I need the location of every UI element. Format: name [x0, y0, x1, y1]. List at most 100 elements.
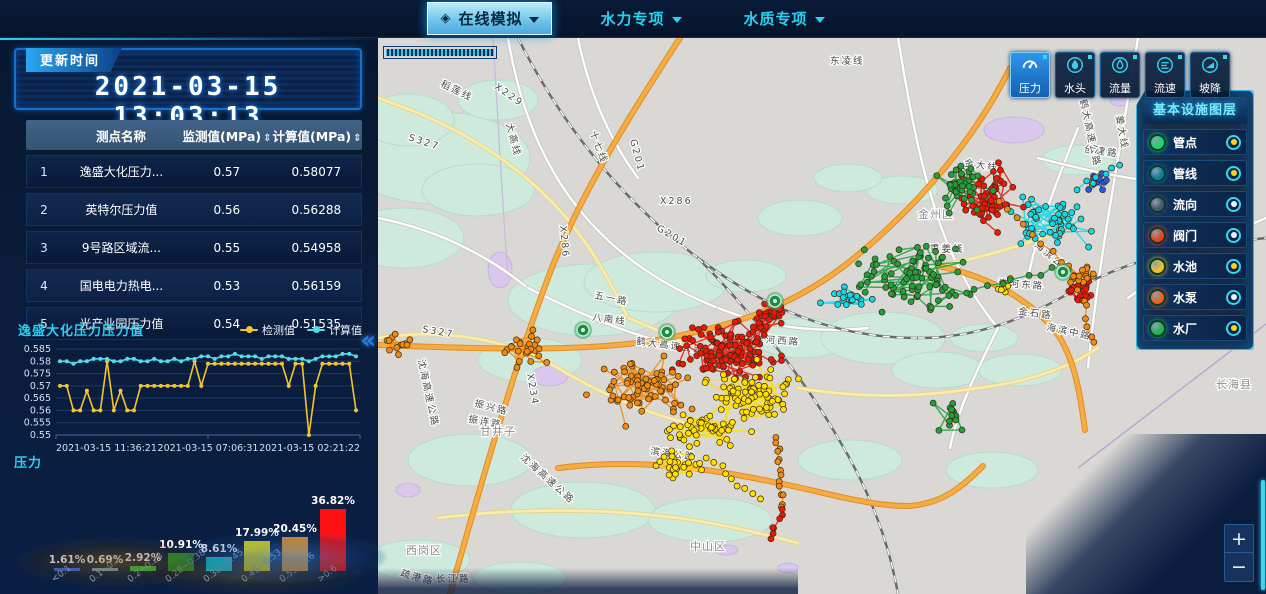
layer-row-阀门[interactable]: 阀门 — [1143, 222, 1247, 248]
layer-toggle[interactable] — [1226, 166, 1241, 181]
layer-row-管点[interactable]: 管点 — [1143, 129, 1247, 155]
table-body: 1逸盛大化压力...0.570.58077 2英特尔压力值0.560.56288 3… — [26, 155, 362, 340]
flow-velocity-icon — [1155, 55, 1175, 78]
layer-label: 阀门 — [1173, 227, 1219, 244]
bar-value-label: 20.45% — [273, 523, 317, 535]
bar-column: 1.61%<0.1 — [48, 475, 86, 571]
svg-text:长海县: 长海县 — [1216, 377, 1252, 391]
map-tool-pressure-gauge[interactable]: 压力 — [1010, 52, 1050, 98]
table-row[interactable]: 4国电电力热电...0.530.56159 — [26, 269, 362, 302]
zoom-out-button[interactable]: − — [1225, 553, 1253, 581]
map-tool-label: 流量 — [1109, 80, 1131, 96]
map-station-marker[interactable] — [574, 321, 592, 339]
layer-label: 流向 — [1173, 196, 1219, 213]
header-monitored-sort[interactable]: 监测值(MPa)⇕ — [182, 126, 272, 145]
map-tool-flow-rate[interactable]: 流量 — [1100, 52, 1140, 98]
layer-row-水泵[interactable]: 水泵 — [1143, 284, 1247, 310]
bar-column: 0.69%0.1~0.2 — [86, 475, 124, 571]
pressure-gauge-icon — [1020, 55, 1040, 78]
layer-toggle[interactable] — [1226, 321, 1241, 336]
row-calculated-value: 0.58077 — [272, 165, 361, 179]
row-monitored-value: 0.53 — [182, 279, 271, 293]
flow-rate-icon — [1110, 55, 1130, 78]
layer-icon — [1149, 320, 1166, 337]
top-nav: ◈在线模拟 水力专项 水质专项 — [0, 0, 1266, 38]
nav-tabs: ◈在线模拟 水力专项 水质专项 — [427, 2, 838, 35]
nav-tab-3[interactable]: 水质专项 — [730, 2, 839, 35]
table-row[interactable]: 2英特尔压力值0.560.56288 — [26, 193, 362, 226]
map-scrollbar[interactable] — [1261, 480, 1265, 590]
layer-icon — [1149, 134, 1166, 151]
slope-icon — [1200, 55, 1220, 78]
row-monitored-value: 0.57 — [182, 165, 271, 179]
legend-marker — [240, 329, 258, 331]
zoom-in-button[interactable]: + — [1225, 525, 1253, 553]
row-index: 3 — [27, 241, 61, 255]
layer-icon — [1149, 196, 1166, 213]
layers-panel-title: 基本设施图层 — [1143, 97, 1247, 124]
map-station-marker[interactable] — [658, 323, 676, 341]
layer-icon — [1149, 289, 1166, 306]
svg-text:长江路: 长江路 — [436, 573, 471, 585]
layer-toggle[interactable] — [1226, 135, 1241, 150]
chevron-down-icon — [672, 17, 682, 23]
map-tool-label: 压力 — [1019, 80, 1041, 96]
sort-icon: ⇕ — [263, 133, 271, 144]
legend-item[interactable]: 检测值 — [240, 322, 295, 338]
svg-text:0.565: 0.565 — [24, 393, 51, 404]
layer-toggle[interactable] — [1226, 197, 1241, 212]
row-calculated-value: 0.56159 — [272, 279, 361, 293]
table-row[interactable]: 1逸盛大化压力...0.570.58077 — [26, 155, 362, 188]
header-calculated-sort[interactable]: 计算值(MPa)⇕ — [272, 126, 362, 145]
map-station-marker[interactable] — [1054, 263, 1072, 281]
map-tool-slope[interactable]: 坡降 — [1190, 52, 1230, 98]
bar-column: 17.99%0.45~0.53 — [238, 475, 276, 571]
map-area[interactable]: S327稻莲线X229大高线十七线G201X286X286G201东凌线姜大线创… — [378, 38, 1266, 594]
row-calculated-value: 0.56288 — [272, 203, 361, 217]
legend-label: 检测值 — [262, 322, 295, 338]
svg-text:0.58: 0.58 — [30, 356, 51, 367]
monitor-table: 测点名称 监测值(MPa)⇕ 计算值(MPa)⇕ 1逸盛大化压力...0.570… — [26, 120, 362, 340]
svg-text:X286: X286 — [660, 196, 693, 207]
map-canvas[interactable]: S327稻莲线X229大高线十七线G201X286X286G201东凌线姜大线创… — [378, 38, 1266, 594]
nav-tab-2[interactable]: 水力专项 — [586, 2, 695, 35]
sort-icon: ⇕ — [353, 133, 361, 144]
map-tool-flow-velocity[interactable]: 流速 — [1145, 52, 1185, 98]
row-point-name: 9号路区域流... — [61, 239, 182, 256]
layer-row-管线[interactable]: 管线 — [1143, 160, 1247, 186]
pressure-line-panel: 逸盛大化压力压力值 检测值计算值 0.5850.580.5750.570.565… — [10, 320, 366, 463]
svg-text:甘井子: 甘井子 — [480, 424, 516, 438]
map-station-marker[interactable] — [766, 292, 784, 310]
layer-row-水池[interactable]: 水池 — [1143, 253, 1247, 279]
row-index: 2 — [27, 203, 61, 217]
layer-toggle[interactable] — [1226, 259, 1241, 274]
layer-row-流向[interactable]: 流向 — [1143, 191, 1247, 217]
layer-row-水厂[interactable]: 水厂 — [1143, 315, 1247, 341]
svg-text:中山区: 中山区 — [690, 540, 726, 553]
bar-chart-title: 压力 — [14, 456, 42, 471]
layers-panel: 基本设施图层 管点管线流向阀门水池水泵水厂 — [1136, 90, 1254, 350]
svg-text:0.575: 0.575 — [24, 369, 51, 380]
bar-chart: 1.61%<0.10.69%0.1~0.22.92%0.2~0.2810.91%… — [48, 475, 366, 571]
header-point-name: 测点名称 — [60, 126, 182, 145]
sidebar-collapse-button[interactable]: « — [360, 328, 376, 352]
bar-column: 8.61%0.38~0.45 — [200, 475, 238, 571]
chevron-down-icon — [529, 17, 539, 23]
row-point-name: 英特尔压力值 — [61, 201, 182, 218]
nav-tab-1[interactable]: ◈在线模拟 — [427, 2, 552, 35]
legend-item[interactable]: 计算值 — [307, 322, 362, 338]
bar-category-label: <0.1 — [50, 564, 73, 585]
map-tool-water-head[interactable]: 水头 — [1055, 52, 1095, 98]
layer-label: 水池 — [1173, 258, 1219, 275]
bar-column: 36.82%>0.6 — [314, 475, 352, 571]
table-row[interactable]: 39号路区域流...0.550.54958 — [26, 231, 362, 264]
layer-toggle[interactable] — [1226, 290, 1241, 305]
line-chart-title: 逸盛大化压力压力值 — [18, 320, 144, 339]
bar-value-label: 10.91% — [159, 539, 203, 551]
layer-toggle[interactable] — [1226, 228, 1241, 243]
svg-text:0.56: 0.56 — [30, 405, 51, 416]
nav-tab-label: 水力专项 — [600, 8, 664, 29]
bar-value-label: 36.82% — [311, 495, 355, 507]
layer-icon — [1149, 258, 1166, 275]
layer-label: 管线 — [1173, 165, 1219, 182]
